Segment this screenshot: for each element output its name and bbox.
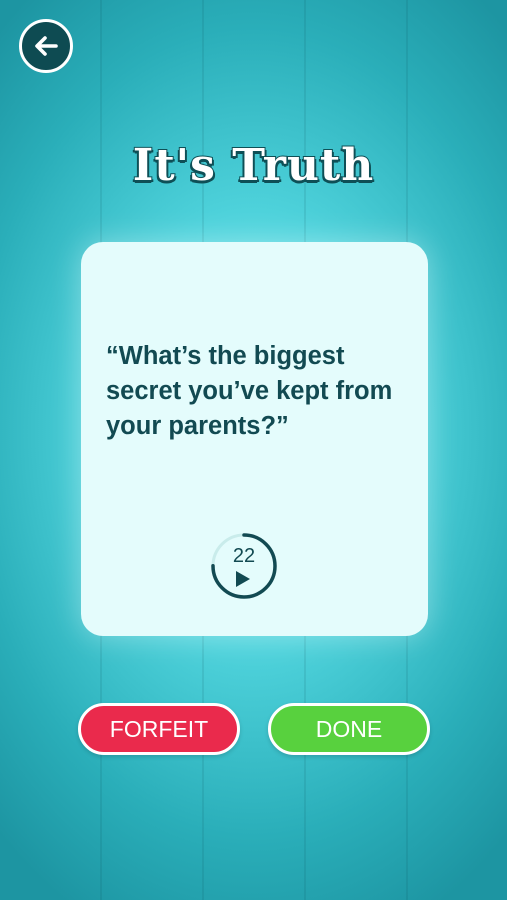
question-card: “What’s the biggest secret you’ve kept f…	[81, 242, 428, 636]
question-text: “What’s the biggest secret you’ve kept f…	[106, 342, 393, 440]
done-button[interactable]: DONE	[268, 703, 430, 755]
forfeit-button[interactable]: FORFEIT	[78, 703, 240, 755]
timer-count: 22	[232, 545, 256, 567]
countdown-timer[interactable]: 22	[209, 531, 279, 601]
back-button[interactable]	[19, 19, 73, 73]
page-title: It's Truth	[132, 139, 375, 192]
play-icon	[236, 571, 250, 587]
arrow-left-icon	[32, 32, 60, 60]
